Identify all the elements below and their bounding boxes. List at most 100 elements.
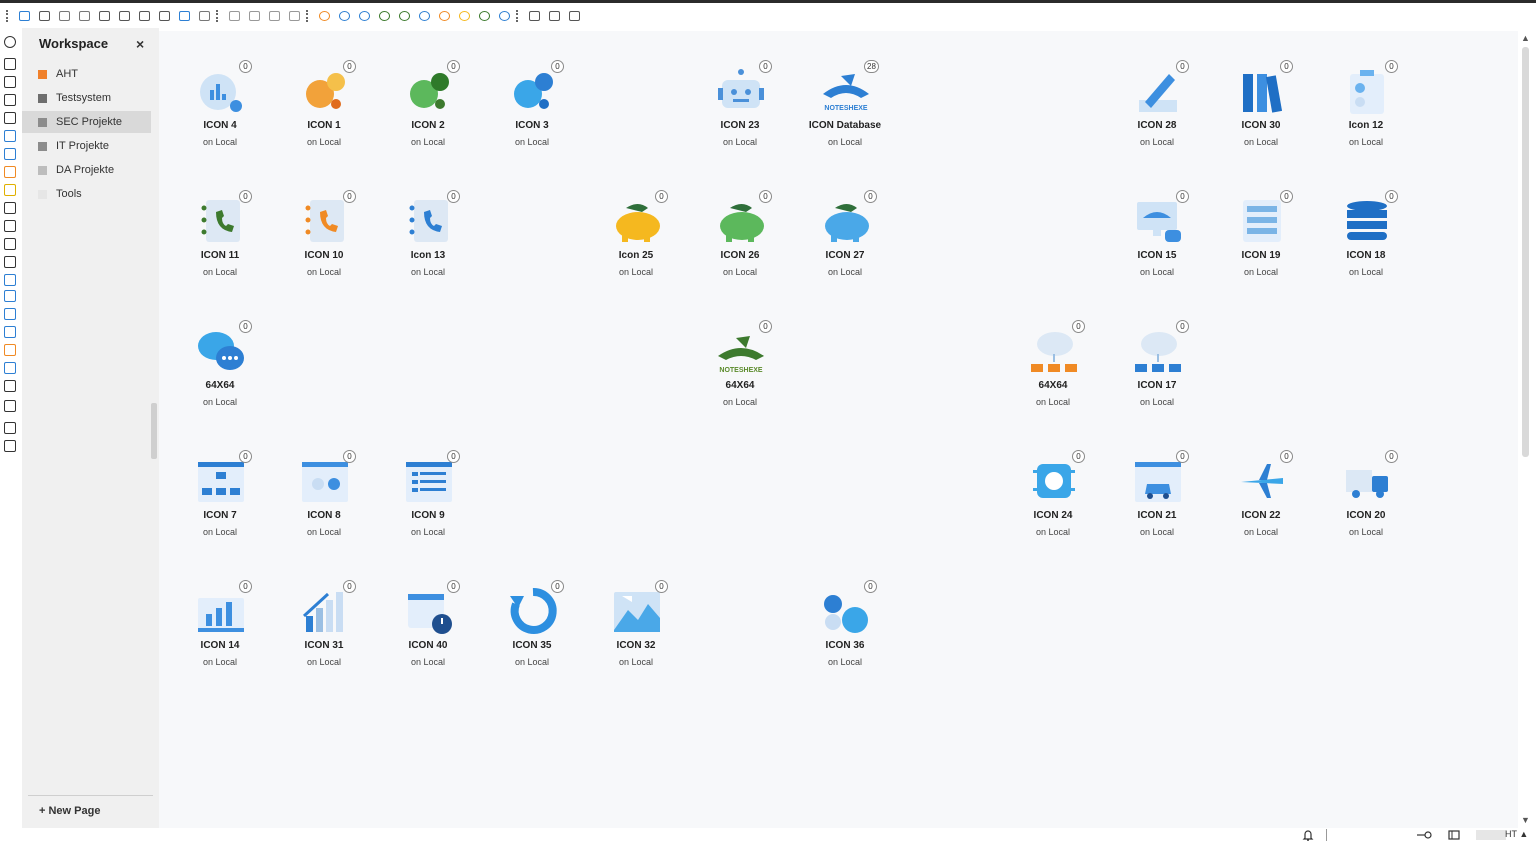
key-icon[interactable] xyxy=(1416,830,1432,840)
rail-nav-icon[interactable] xyxy=(4,362,16,374)
sidebar-item-aht[interactable]: AHT xyxy=(22,63,151,85)
app-tile[interactable]: 0 ICON 30 on Local xyxy=(1209,58,1313,168)
toolbar-button-icon[interactable] xyxy=(157,9,171,23)
rail-nav-icon[interactable] xyxy=(4,112,16,124)
sidebar-item-da-projekte[interactable]: DA Projekte xyxy=(22,159,151,181)
toolbar-button-icon[interactable] xyxy=(317,9,331,23)
app-tile[interactable]: 0 Icon 25 on Local xyxy=(584,188,688,298)
app-tile[interactable]: 0 ICON 10 on Local xyxy=(272,188,376,298)
toolbar-button-icon[interactable] xyxy=(497,9,511,23)
sidebar-item-tools[interactable]: Tools xyxy=(22,183,151,205)
app-tile[interactable]: 0 ICON 19 on Local xyxy=(1209,188,1313,298)
app-tile[interactable]: 0 ICON 36 on Local xyxy=(793,578,897,688)
app-tile[interactable]: 0 ICON 7 on Local xyxy=(168,448,272,558)
app-tile[interactable]: 0 ICON 22 on Local xyxy=(1209,448,1313,558)
toolbar-button-icon[interactable] xyxy=(377,9,391,23)
app-tile[interactable]: 0 ICON 15 on Local xyxy=(1105,188,1209,298)
bell-icon[interactable] xyxy=(1302,829,1314,841)
rail-nav-icon[interactable] xyxy=(4,422,16,434)
app-tile[interactable]: 0 Icon 13 on Local xyxy=(376,188,480,298)
scroll-up-icon[interactable]: ▲ xyxy=(1521,33,1530,43)
user-menu[interactable]: HT ▲ xyxy=(1505,829,1528,839)
toolbar-button-icon[interactable] xyxy=(97,9,111,23)
app-tile[interactable]: 0 ICON 18 on Local xyxy=(1314,188,1418,298)
rail-nav-icon[interactable] xyxy=(4,148,16,160)
toolbar-button-icon[interactable] xyxy=(247,9,261,23)
app-tile[interactable]: 0 ICON 1 on Local xyxy=(272,58,376,168)
rail-nav-icon[interactable] xyxy=(4,308,16,320)
toolbar-button-icon[interactable] xyxy=(177,9,191,23)
app-tile[interactable]: 0 ICON 20 on Local xyxy=(1314,448,1418,558)
app-tile[interactable]: 0 ICON 11 on Local xyxy=(168,188,272,298)
app-tile[interactable]: 0 ICON 28 on Local xyxy=(1105,58,1209,168)
scroll-down-icon[interactable]: ▼ xyxy=(1521,815,1530,825)
app-tile[interactable]: 0 ICON 9 on Local xyxy=(376,448,480,558)
rail-nav-icon[interactable] xyxy=(4,380,16,392)
rail-nav-icon[interactable] xyxy=(4,326,16,338)
toolbar-button-icon[interactable] xyxy=(527,9,541,23)
sidebar-item-testsystem[interactable]: Testsystem xyxy=(22,87,151,109)
app-tile[interactable]: NOTESHEXE 0 64X64 on Local xyxy=(688,318,792,428)
app-tile[interactable]: 0 Icon 12 on Local xyxy=(1314,58,1418,168)
app-tile[interactable]: 0 ICON 8 on Local xyxy=(272,448,376,558)
app-tile[interactable]: 0 ICON 17 on Local xyxy=(1105,318,1209,428)
toolbar-button-icon[interactable] xyxy=(437,9,451,23)
sidebar-item-it-projekte[interactable]: IT Projekte xyxy=(22,135,151,157)
app-tile[interactable]: 0 ICON 24 on Local xyxy=(1001,448,1105,558)
app-tile[interactable]: 0 ICON 32 on Local xyxy=(584,578,688,688)
toolbar-button-icon[interactable] xyxy=(417,9,431,23)
toolbar-button-icon[interactable] xyxy=(77,9,91,23)
toolbar-button-icon[interactable] xyxy=(287,9,301,23)
close-icon[interactable]: × xyxy=(136,36,144,52)
sidebar-splitter-handle[interactable] xyxy=(151,403,157,459)
rail-nav-icon[interactable] xyxy=(4,202,16,214)
panel-icon[interactable] xyxy=(1448,830,1460,840)
toolbar-button-icon[interactable] xyxy=(547,9,561,23)
toolbar-button-icon[interactable] xyxy=(337,9,351,23)
rail-nav-icon[interactable] xyxy=(4,290,16,302)
rail-nav-icon[interactable] xyxy=(4,238,16,250)
toolbar-button-icon[interactable] xyxy=(57,9,71,23)
toolbar-button-icon[interactable] xyxy=(567,9,581,23)
vertical-scrollbar[interactable]: ▲ ▼ xyxy=(1518,31,1536,828)
sidebar-item-sec-projekte[interactable]: SEC Projekte xyxy=(22,111,151,133)
toolbar-button-icon[interactable] xyxy=(37,9,51,23)
new-page-button[interactable]: + New Page xyxy=(39,805,100,817)
app-tile[interactable]: 0 ICON 27 on Local xyxy=(793,188,897,298)
rail-nav-icon[interactable] xyxy=(4,400,16,412)
toolbar-button-icon[interactable] xyxy=(267,9,281,23)
rail-nav-icon[interactable] xyxy=(4,274,16,286)
app-tile[interactable]: 0 ICON 26 on Local xyxy=(688,188,792,298)
app-tile[interactable]: 0 ICON 35 on Local xyxy=(480,578,584,688)
rail-nav-icon[interactable] xyxy=(4,58,16,70)
app-tile[interactable]: 0 ICON 31 on Local xyxy=(272,578,376,688)
toolbar-button-icon[interactable] xyxy=(357,9,371,23)
toolbar-button-icon[interactable] xyxy=(197,9,211,23)
app-tile[interactable]: NOTESHEXE 28 ICON Database on Local xyxy=(793,58,897,168)
scrollbar-thumb[interactable] xyxy=(1522,47,1529,457)
rail-nav-icon[interactable] xyxy=(4,76,16,88)
app-tile[interactable]: 0 ICON 3 on Local xyxy=(480,58,584,168)
toolbar-button-icon[interactable] xyxy=(397,9,411,23)
app-tile[interactable]: 0 ICON 21 on Local xyxy=(1105,448,1209,558)
rail-nav-icon[interactable] xyxy=(4,94,16,106)
toolbar-button-icon[interactable] xyxy=(17,9,31,23)
toolbar-button-icon[interactable] xyxy=(457,9,471,23)
rail-nav-icon[interactable] xyxy=(4,440,16,452)
rail-nav-icon[interactable] xyxy=(4,166,16,178)
app-tile[interactable]: 0 ICON 23 on Local xyxy=(688,58,792,168)
rail-nav-icon[interactable] xyxy=(4,130,16,142)
app-tile[interactable]: 0 64X64 on Local xyxy=(1001,318,1105,428)
toolbar-button-icon[interactable] xyxy=(477,9,491,23)
rail-nav-icon[interactable] xyxy=(4,220,16,232)
app-tile[interactable]: 0 ICON 4 on Local xyxy=(168,58,272,168)
app-tile[interactable]: 0 ICON 2 on Local xyxy=(376,58,480,168)
app-tile[interactable]: 0 64X64 on Local xyxy=(168,318,272,428)
toolbar-button-icon[interactable] xyxy=(117,9,131,23)
app-tile[interactable]: 0 ICON 14 on Local xyxy=(168,578,272,688)
rail-nav-icon[interactable] xyxy=(4,344,16,356)
toolbar-button-icon[interactable] xyxy=(227,9,241,23)
rail-nav-icon[interactable] xyxy=(4,256,16,268)
toolbar-button-icon[interactable] xyxy=(137,9,151,23)
rail-nav-icon[interactable] xyxy=(4,36,16,48)
